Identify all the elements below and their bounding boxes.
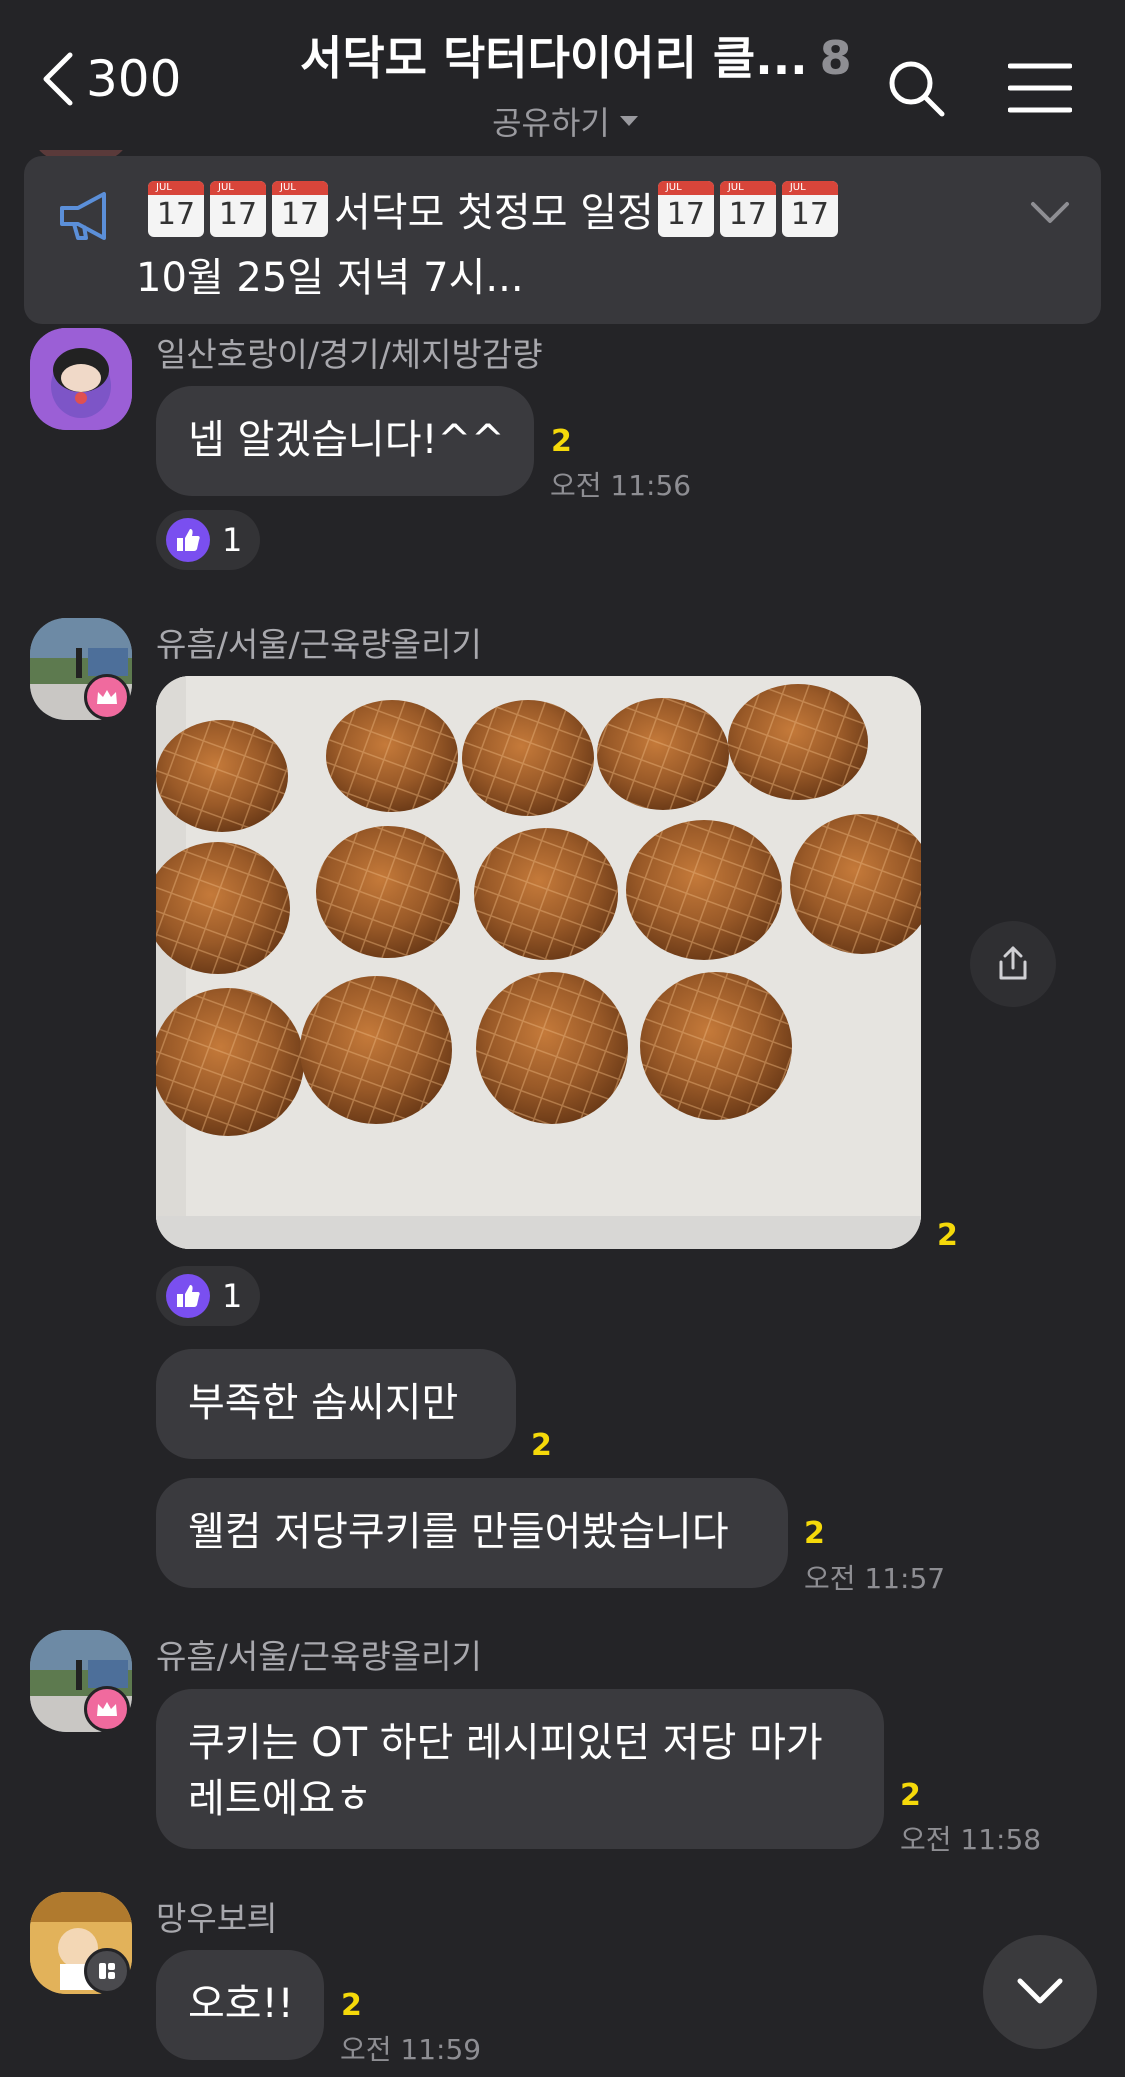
message-time: 오전 11:58 <box>900 1823 1042 1856</box>
unread-count: 2 <box>900 1778 921 1813</box>
notice-title: 17 17 17 서닥모 첫정모 일정 17 17 17 <box>148 180 844 238</box>
unread-count: 2 <box>531 1428 552 1463</box>
scroll-to-bottom-button[interactable] <box>983 1935 1097 2049</box>
crown-badge-icon <box>84 674 130 720</box>
notice-title-text: 서닥모 첫정모 일정 <box>334 190 654 236</box>
message-bubble[interactable]: 쿠키는 OT 하단 레시피있던 저당 마가 레트에요ㅎ <box>156 1689 884 1849</box>
sender-name: 유흠/서울/근육량올리기 <box>156 625 482 664</box>
sender-name: 일산호랑이/경기/체지방감량 <box>156 335 543 374</box>
message-text: 오호!! <box>188 1981 294 2027</box>
unread-count: 2 <box>804 1516 825 1551</box>
message-time: 오전 11:56 <box>550 469 692 502</box>
chevron-down-icon[interactable] <box>1030 200 1070 226</box>
member-count: 8 <box>819 31 852 85</box>
chat-title[interactable]: 서닥모 닥터다이어리 클... 8 <box>300 22 852 88</box>
message-text-line: 쿠키는 OT 하단 레시피있던 저당 마가 <box>188 1720 823 1766</box>
message-text: 넵 알겠습니다!^^ <box>188 417 505 463</box>
chevron-down-icon <box>1017 1978 1063 2004</box>
message-bubble[interactable]: 웰컴 저당쿠키를 만들어봤습니다 <box>156 1478 788 1588</box>
chat-title-text: 서닥모 닥터다이어리 클... <box>300 31 808 85</box>
avatar-character-icon <box>30 328 132 430</box>
share-icon <box>999 946 1027 980</box>
sender-name: 유흠/서울/근육량올리기 <box>156 1637 482 1676</box>
calendar-emoji-icon: 17 <box>148 181 204 237</box>
like-reaction[interactable]: 1 <box>156 510 261 570</box>
back-button[interactable]: 300 <box>40 50 181 108</box>
share-photo-button[interactable] <box>970 921 1056 1007</box>
megaphone-icon <box>60 192 106 240</box>
message-text: 부족한 솜씨지만 <box>188 1380 459 1426</box>
like-reaction[interactable]: 1 <box>156 1266 261 1326</box>
unread-count: 2 <box>937 1218 958 1253</box>
thumbs-up-icon <box>166 1274 210 1318</box>
calendar-emoji-icon: 17 <box>781 181 838 237</box>
reaction-count: 1 <box>222 1277 243 1315</box>
notice-subtitle: 10월 25일 저녁 7시... <box>136 255 524 301</box>
unread-chats-count: 300 <box>86 50 182 108</box>
sender-name: 망우보릐 <box>156 1899 278 1938</box>
unread-count: 2 <box>341 1988 362 2023</box>
message-time: 오전 11:57 <box>804 1562 946 1595</box>
message-bubble[interactable]: 오호!! <box>156 1950 324 2060</box>
chevron-left-icon <box>43 52 73 106</box>
search-icon[interactable] <box>886 58 946 118</box>
cookies-photo <box>156 676 921 1249</box>
reaction-count: 1 <box>222 521 243 559</box>
calendar-emoji-icon: 17 <box>657 181 714 237</box>
share-label: 공유하기 <box>492 104 610 142</box>
avatar[interactable] <box>30 328 132 430</box>
crown-badge-icon <box>84 1686 130 1732</box>
message-text: 웰컴 저당쿠키를 만들어봤습니다 <box>188 1509 729 1555</box>
menu-icon[interactable] <box>1008 62 1072 114</box>
message-bubble[interactable]: 넵 알겠습니다!^^ <box>156 386 534 496</box>
share-dropdown[interactable]: 공유하기 <box>492 98 638 144</box>
unread-count: 2 <box>551 424 572 459</box>
calendar-emoji-icon: 17 <box>210 181 266 237</box>
message-time: 오전 11:59 <box>340 2033 482 2066</box>
chat-title-area[interactable]: 서닥모 닥터다이어리 클... 8 공유하기 <box>300 22 852 144</box>
calendar-emoji-icon: 17 <box>272 181 328 237</box>
photo-message[interactable] <box>156 676 921 1249</box>
thumbs-up-icon <box>166 518 210 562</box>
message-bubble[interactable]: 부족한 솜씨지만 <box>156 1349 516 1459</box>
message-text-line: 레트에요ㅎ <box>188 1776 372 1822</box>
member-badge-icon <box>84 1948 130 1994</box>
calendar-emoji-icon: 17 <box>719 181 776 237</box>
caret-down-icon <box>619 116 638 126</box>
